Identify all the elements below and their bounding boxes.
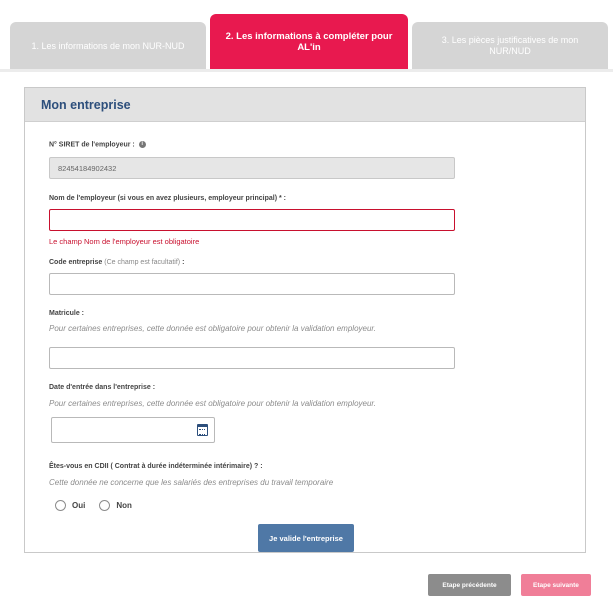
next-step-button[interactable]: Etape suivante	[521, 574, 591, 596]
siret-label: N° SIRET de l'employeur :	[49, 141, 135, 149]
siret-label-row: N° SIRET de l'employeur : i	[49, 141, 146, 148]
company-panel: Mon entreprise N° SIRET de l'employeur :…	[24, 87, 586, 553]
entry-date-label: Date d'entrée dans l'entreprise :	[49, 384, 156, 391]
employer-name-error: Le champ Nom de l'employeur est obligato…	[49, 237, 200, 246]
tab-step-2[interactable]: 2. Les informations à compléter pour AL'…	[210, 14, 408, 70]
cdii-hint: Cette donnée ne concerne que les salarié…	[49, 478, 334, 487]
company-code-colon: :	[180, 259, 185, 266]
company-code-input[interactable]	[49, 273, 455, 295]
company-code-optional: (Ce champ est facultatif)	[104, 259, 181, 266]
matricule-input[interactable]	[49, 347, 455, 369]
tab-step-1[interactable]: 1. Les informations de mon NUR-NUD	[10, 22, 206, 70]
panel-title: Mon entreprise	[41, 97, 131, 112]
company-code-label: Code entreprise	[49, 259, 103, 266]
siret-field: 82454184902432	[49, 157, 455, 179]
employer-name-label: Nom de l'employeur (si vous en avez plus…	[49, 195, 287, 202]
panel-header: Mon entreprise	[25, 88, 585, 122]
cdii-radio-group: Oui Non	[55, 500, 140, 511]
tab-step-3[interactable]: 3. Les pièces justificatives de mon NUR/…	[412, 22, 608, 70]
tab-step-1-label: 1. Les informations de mon NUR-NUD	[31, 40, 185, 51]
previous-step-button[interactable]: Etape précédente	[428, 574, 511, 596]
info-icon[interactable]: i	[138, 141, 146, 148]
calendar-icon[interactable]	[197, 424, 208, 436]
employer-name-input[interactable]	[49, 209, 455, 231]
tab-underline	[0, 69, 613, 72]
entry-date-hint: Pour certaines entreprises, cette donnée…	[49, 399, 377, 408]
tab-step-3-label: 3. Les pièces justificatives de mon NUR/…	[441, 35, 579, 56]
cdii-label: Êtes-vous en CDII ( Contrat à durée indé…	[49, 463, 263, 470]
entry-date-input[interactable]	[51, 417, 215, 443]
matricule-label: Matricule :	[49, 310, 85, 317]
radio-oui[interactable]	[55, 500, 66, 511]
company-code-label-row: Code entreprise (Ce champ est facultatif…	[49, 259, 184, 266]
tab-step-2-label: 2. Les informations à compléter pour AL'…	[225, 31, 393, 53]
validate-company-button[interactable]: Je valide l'entreprise	[258, 524, 354, 552]
radio-oui-label[interactable]: Oui	[72, 501, 85, 510]
step-tabs: 1. Les informations de mon NUR-NUD 2. Le…	[10, 14, 608, 70]
matricule-hint: Pour certaines entreprises, cette donnée…	[49, 324, 377, 333]
radio-non-label[interactable]: Non	[116, 501, 132, 510]
radio-non[interactable]	[99, 500, 111, 511]
siret-value: 82454184902432	[58, 164, 117, 173]
